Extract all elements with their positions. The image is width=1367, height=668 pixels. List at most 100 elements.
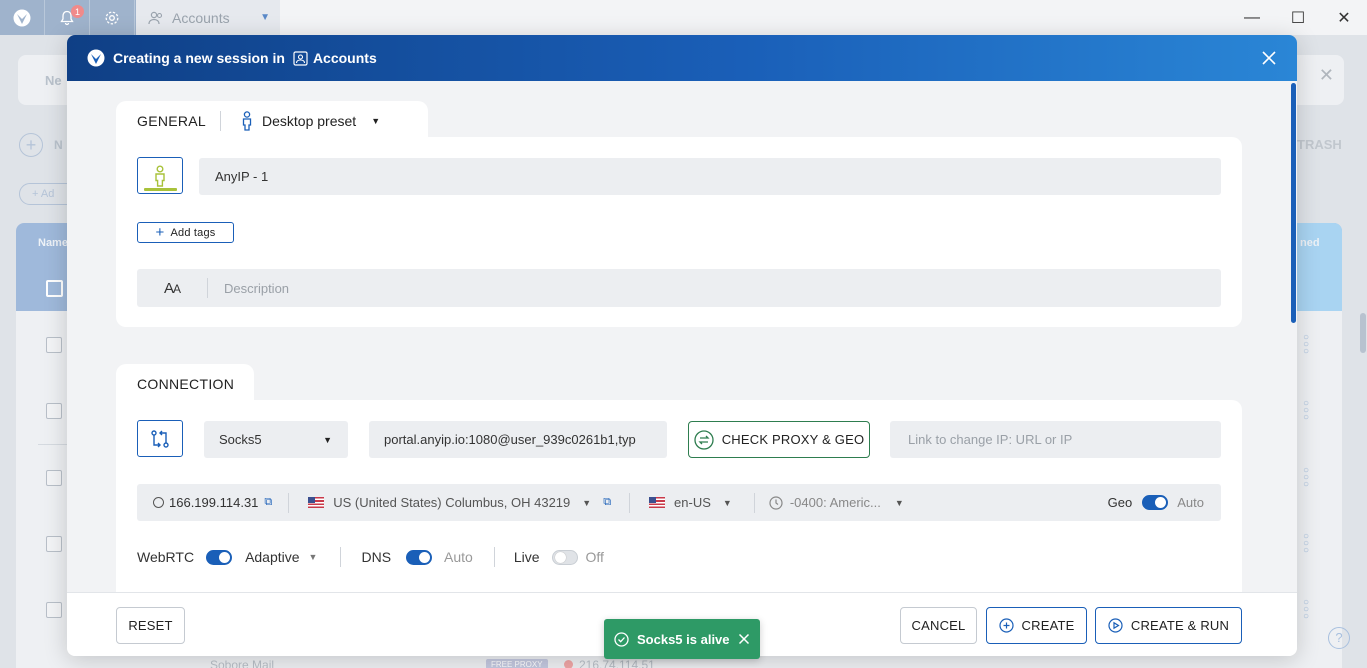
plus-circle-icon — [998, 618, 1014, 633]
proxy-type-value: Socks5 — [219, 432, 262, 447]
create-button[interactable]: CREATE — [986, 607, 1087, 644]
us-flag-icon — [308, 497, 325, 508]
caret-down-icon[interactable]: ▼ — [723, 498, 732, 508]
plus-icon: + — [155, 223, 165, 241]
play-circle-icon — [1108, 618, 1123, 633]
add-tags-button[interactable]: + Add tags — [137, 222, 234, 243]
modal-body: GENERAL Desktop preset ▼ AnyIP - 1 + Add… — [67, 81, 1297, 592]
bell-icon[interactable]: 1 — [45, 0, 90, 35]
workspace-tab[interactable]: Accounts ▼ — [136, 0, 280, 35]
language-value[interactable]: en-US — [674, 495, 711, 510]
proxy-string-value: portal.anyip.io:1080@user_939c0261b1,typ — [384, 432, 636, 447]
description-input[interactable]: AA Description — [137, 269, 1221, 307]
bg-row-checkbox[interactable] — [46, 536, 62, 552]
proxy-string-input[interactable]: portal.anyip.io:1080@user_939c0261b1,typ — [369, 421, 667, 458]
bg-row-menu-icon[interactable]: ○ ○ ○ — [1302, 466, 1310, 490]
bg-trash-label[interactable]: TRASH — [1297, 137, 1342, 152]
bg-row-menu-icon[interactable]: ○ ○ ○ — [1302, 399, 1310, 423]
copy-icon[interactable]: ⧉ — [264, 496, 272, 509]
geo-label: Geo — [1107, 495, 1133, 510]
preset-selector[interactable]: Desktop preset ▼ — [241, 111, 380, 131]
live-toggle[interactable] — [551, 549, 578, 565]
caret-down-icon: ▼ — [371, 116, 381, 126]
webrtc-label: WebRTC — [137, 549, 195, 565]
create-label: CREATE — [1021, 618, 1075, 633]
create-and-run-button[interactable]: CREATE & RUN — [1095, 607, 1242, 644]
clock-icon — [769, 495, 783, 510]
divider — [753, 492, 755, 513]
geo-toggle[interactable] — [1142, 495, 1169, 510]
description-placeholder: Description — [224, 280, 290, 296]
proxy-manager-button[interactable] — [137, 420, 183, 457]
cancel-button[interactable]: CANCEL — [900, 607, 977, 644]
dns-toggle[interactable] — [406, 549, 433, 565]
divider — [340, 547, 342, 567]
timezone-value[interactable]: -0400: Americ... — [790, 495, 881, 510]
reset-button[interactable]: RESET — [116, 607, 185, 644]
bg-row-menu-icon[interactable]: ○ ○ ○ — [1302, 532, 1310, 556]
bg-name-column: Name — [38, 237, 68, 249]
toast-message: Socks5 is alive — [637, 631, 730, 647]
bg-row-menu-icon[interactable]: ○ ○ ○ — [1302, 598, 1310, 622]
bg-row-checkbox[interactable] — [46, 602, 62, 618]
divider — [493, 547, 495, 567]
help-icon[interactable]: ? — [1328, 627, 1350, 649]
session-avatar-button[interactable] — [137, 157, 183, 194]
caret-down-icon[interactable]: ▼ — [895, 498, 904, 508]
chevron-down-icon[interactable]: ▼ — [260, 12, 270, 23]
bg-scrollbar[interactable] — [1360, 313, 1366, 353]
session-name-value: AnyIP - 1 — [215, 169, 269, 184]
new-session-modal: Creating a new session in Accounts GENER… — [67, 35, 1297, 656]
modal-workspace-name: Accounts — [312, 50, 377, 66]
person-icon — [155, 165, 165, 187]
bg-used-column: ned — [1300, 237, 1320, 249]
cancel-label: CANCEL — [911, 618, 966, 633]
webrtc-mode-select[interactable]: Adaptive — [245, 549, 299, 565]
caret-down-icon[interactable]: ▼ — [582, 498, 591, 508]
bg-row-separator — [38, 444, 68, 445]
webrtc-toggle[interactable] — [206, 549, 233, 565]
window-close-icon[interactable]: ✕ — [1321, 0, 1367, 35]
person-icon — [242, 111, 252, 131]
bg-row-proxy-badge: FREE PROXY — [486, 659, 548, 668]
us-flag-icon — [649, 497, 666, 508]
copy-icon[interactable]: ⧉ — [603, 496, 611, 509]
bg-row-checkbox[interactable] — [46, 403, 62, 419]
toast-close-icon[interactable] — [738, 633, 750, 645]
change-ip-input[interactable]: Link to change IP: URL or IP — [890, 421, 1221, 458]
dns-label: DNS — [361, 549, 392, 565]
gear-icon[interactable] — [90, 0, 135, 35]
modal-scrollbar[interactable] — [1291, 83, 1296, 323]
check-proxy-button[interactable]: CHECK PROXY & GEO — [688, 421, 870, 458]
text-format-icon: AA — [163, 279, 181, 297]
bg-new-plus-icon[interactable]: + — [19, 133, 43, 157]
geo-value: Auto — [1177, 495, 1204, 510]
modal-workspace: Accounts — [293, 50, 377, 66]
app-logo-icon — [87, 49, 105, 67]
connection-section-card: Socks5 ▼ portal.anyip.io:1080@user_939c0… — [116, 400, 1242, 592]
caret-down-icon[interactable]: ▼ — [309, 552, 318, 562]
maximize-icon[interactable]: ☐ — [1275, 0, 1321, 35]
session-name-input[interactable]: AnyIP - 1 — [199, 158, 1221, 195]
ip-status-icon — [153, 497, 164, 508]
bg-card-close-icon[interactable]: ✕ — [1319, 65, 1334, 86]
success-toast: Socks5 is alive — [604, 619, 760, 659]
bg-row-checkbox[interactable] — [46, 470, 62, 486]
dns-value: Auto — [444, 549, 473, 565]
bg-row-checkbox[interactable] — [46, 337, 62, 353]
check-circle-icon — [614, 631, 629, 647]
modal-close-icon[interactable] — [1259, 48, 1279, 68]
connection-section-tab: CONNECTION — [116, 364, 254, 404]
check-proxy-label: CHECK PROXY & GEO — [721, 432, 865, 447]
bg-row-menu-icon[interactable]: ○ ○ ○ — [1302, 333, 1310, 357]
geo-info-bar: 166.199.114.31 ⧉ US (United States) Colu… — [137, 484, 1221, 521]
refresh-icon — [694, 429, 714, 450]
app-logo-icon[interactable] — [0, 0, 45, 35]
caret-down-icon: ▼ — [323, 434, 332, 445]
bg-select-all-checkbox[interactable] — [46, 280, 63, 297]
proxy-type-select[interactable]: Socks5 ▼ — [204, 421, 348, 458]
bg-row-ip: 216.74.114.51 — [579, 658, 655, 668]
minimize-icon[interactable]: — — [1229, 0, 1275, 35]
location-value[interactable]: US (United States) Columbus, OH 43219 — [333, 495, 570, 510]
create-run-label: CREATE & RUN — [1130, 618, 1230, 633]
